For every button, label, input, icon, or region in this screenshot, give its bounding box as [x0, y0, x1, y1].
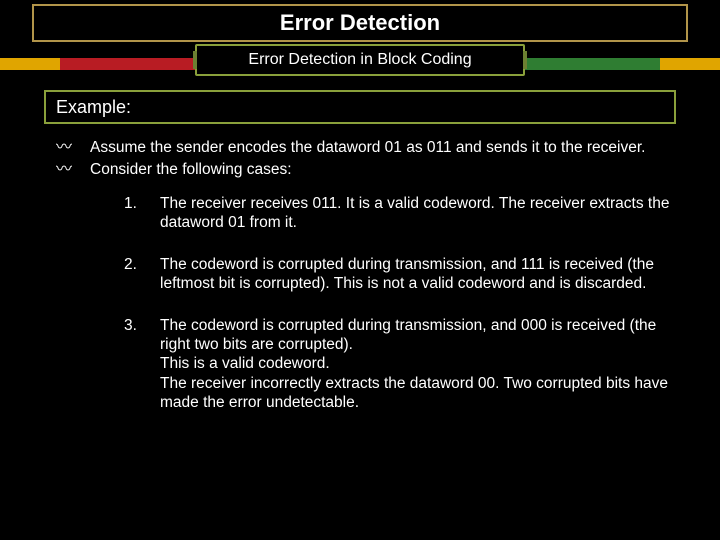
subtitle-box: Error Detection in Block Coding — [195, 44, 525, 76]
case-number: 3. — [124, 316, 160, 413]
case-line: The receiver incorrectly extracts the da… — [160, 374, 676, 413]
example-box: Example: — [44, 90, 676, 124]
case-number: 2. — [124, 255, 160, 294]
case-line: This is a valid codeword. — [160, 354, 676, 373]
stripe-yellow-left — [0, 58, 60, 70]
case-item: 3. The codeword is corrupted during tran… — [124, 316, 676, 413]
slide-title: Error Detection — [280, 10, 440, 36]
case-number: 1. — [124, 194, 160, 233]
slide-subtitle: Error Detection in Block Coding — [248, 51, 471, 69]
case-text: The codeword is corrupted during transmi… — [160, 255, 676, 294]
slide: Error Detection Error Detection in Block… — [0, 0, 720, 540]
numbered-list: 1. The receiver receives 011. It is a va… — [124, 194, 676, 412]
example-label: Example: — [56, 97, 131, 118]
bullet-icon: 〰 — [56, 160, 90, 180]
case-item: 1. The receiver receives 011. It is a va… — [124, 194, 676, 233]
case-item: 2. The codeword is corrupted during tran… — [124, 255, 676, 294]
case-text: The codeword is corrupted during transmi… — [160, 316, 676, 413]
bullet-text: Assume the sender encodes the dataword 0… — [90, 138, 676, 158]
case-line: The codeword is corrupted during transmi… — [160, 316, 676, 355]
title-box: Error Detection — [32, 4, 688, 42]
bullet-item: 〰 Consider the following cases: — [56, 160, 676, 180]
case-text: The receiver receives 011. It is a valid… — [160, 194, 676, 233]
stripe-yellow-right — [660, 58, 720, 70]
bullet-item: 〰 Assume the sender encodes the dataword… — [56, 138, 676, 158]
case-line: The codeword is corrupted during transmi… — [160, 255, 676, 294]
bullet-text: Consider the following cases: — [90, 160, 676, 180]
case-line: The receiver receives 011. It is a valid… — [160, 194, 676, 233]
bullet-icon: 〰 — [56, 138, 90, 158]
content-area: 〰 Assume the sender encodes the dataword… — [56, 138, 676, 528]
